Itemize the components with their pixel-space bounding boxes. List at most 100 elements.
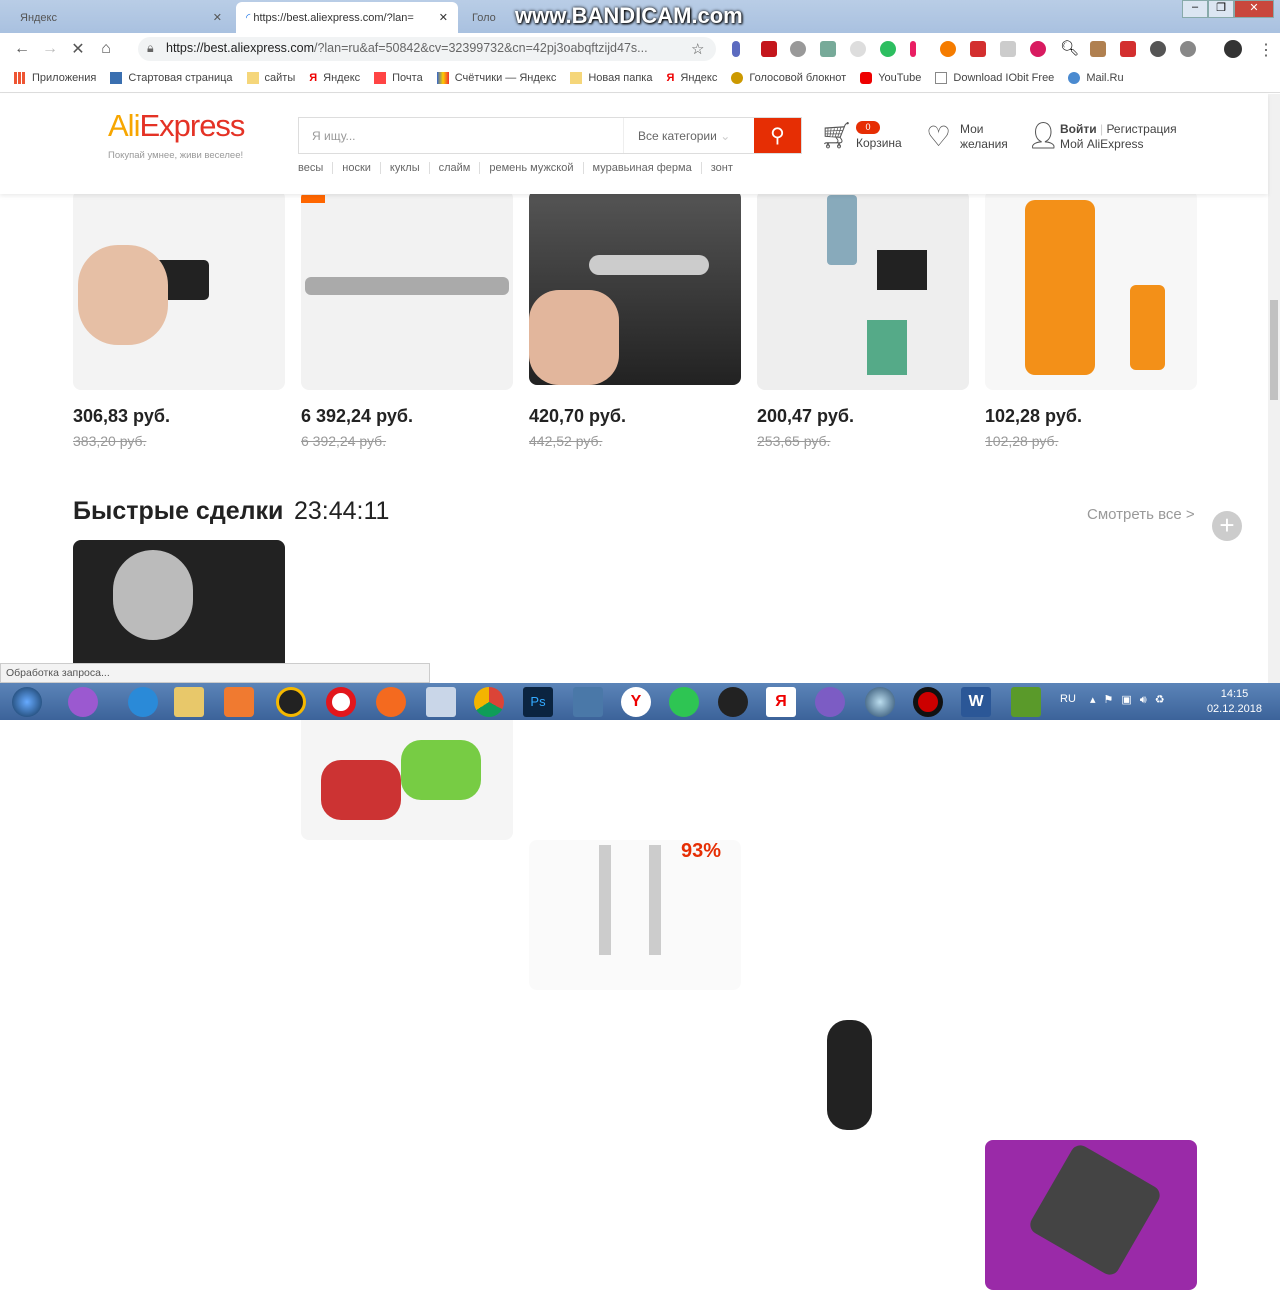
close-icon[interactable]: ✕ (213, 11, 222, 24)
photoshop-icon[interactable]: Ps (523, 687, 553, 717)
bookmark[interactable]: Голосовой блокнот (731, 72, 846, 84)
bookmark[interactable]: Новая папка (570, 72, 652, 84)
scrollbar-thumb[interactable] (1270, 300, 1278, 400)
close-window-button[interactable]: ✕ (1234, 0, 1274, 18)
firefox-icon[interactable] (376, 687, 406, 717)
yandex-icon[interactable]: Я (766, 687, 796, 717)
extension-icon[interactable] (1030, 41, 1046, 57)
menu-icon[interactable]: ⋮ (1258, 40, 1274, 60)
tab-yandex[interactable]: Яндекс ✕ (10, 2, 232, 33)
extension-icon[interactable] (1090, 41, 1106, 57)
star-icon[interactable]: ☆ (691, 40, 704, 58)
see-all-link[interactable]: Смотреть все > (1087, 506, 1195, 523)
wishlist-link[interactable]: Мои желания (960, 122, 1008, 152)
extension-icon[interactable] (1000, 41, 1016, 57)
profile-avatar[interactable] (1224, 40, 1242, 58)
hot-link[interactable]: ремень мужской (479, 162, 582, 174)
product-card[interactable]: 102,28 руб. 102,28 руб. (985, 190, 1197, 449)
home-icon[interactable]: ⌂ (92, 40, 120, 58)
user-icon[interactable]: 👤︎ (1027, 120, 1060, 151)
tab-title: Голо (472, 11, 496, 24)
cart-icon[interactable]: 🛒︎ (820, 120, 853, 151)
extension-icon[interactable] (1180, 41, 1196, 57)
my-aliexpress-link[interactable]: Мой AliExpress (1060, 137, 1177, 152)
globe-icon[interactable] (865, 687, 895, 717)
extension-icon[interactable] (970, 41, 986, 57)
language-indicator[interactable]: RU (1060, 693, 1076, 705)
login-link[interactable]: Войти (1060, 122, 1097, 136)
clock[interactable]: 14:15 02.12.2018 (1207, 687, 1262, 717)
start-button[interactable] (12, 687, 42, 717)
explorer-icon[interactable] (174, 687, 204, 717)
product-card[interactable]: 306,83 руб. 383,20 руб. (73, 190, 285, 449)
product-card[interactable]: 6 392,24 руб. 6 392,24 руб. (301, 190, 513, 449)
forward-icon[interactable]: → (36, 40, 64, 58)
maximize-button[interactable]: ❐ (1208, 0, 1234, 18)
plus-icon[interactable]: + (1212, 511, 1242, 541)
hot-link[interactable]: куклы (379, 162, 429, 174)
microphone-icon[interactable] (732, 41, 740, 57)
search-button[interactable]: ⚲ (754, 118, 801, 153)
media-player-icon[interactable] (224, 687, 254, 717)
extension-icon[interactable] (761, 41, 777, 57)
extension-icon[interactable] (940, 41, 956, 57)
close-icon[interactable]: ✕ (439, 11, 448, 24)
extension-icon[interactable] (1150, 41, 1166, 57)
stop-icon[interactable]: ✕ (64, 39, 92, 59)
bookmark[interactable]: сайты (246, 72, 295, 84)
bookmark[interactable]: Почта (374, 72, 423, 84)
deal-card[interactable] (757, 990, 969, 1140)
app-icon[interactable] (573, 687, 603, 717)
heart-icon[interactable]: ♡ (926, 120, 951, 153)
opera-icon[interactable] (326, 687, 356, 717)
product-card[interactable]: 420,70 руб. 442,52 руб. (529, 190, 741, 449)
bandicam-icon[interactable] (913, 687, 943, 717)
extension-icon[interactable] (790, 41, 806, 57)
tab-aliexpress[interactable]: ◜ https://best.aliexpress.com/?lan= ✕ (236, 2, 458, 33)
extension-icon[interactable] (1120, 41, 1136, 57)
bookmark[interactable]: Счётчики — Яндекс (436, 72, 556, 84)
hot-link[interactable]: слайм (428, 162, 480, 174)
search-icon[interactable]: 🔍︎ (1060, 39, 1079, 57)
hot-link[interactable]: весы (298, 162, 332, 174)
yandex-browser-icon[interactable]: Y (621, 687, 651, 717)
extension-icon[interactable] (820, 41, 836, 57)
bookmark[interactable]: Я Яндекс (309, 72, 360, 84)
back-icon[interactable]: ← (8, 40, 36, 58)
app-icon[interactable] (426, 687, 456, 717)
evernote-icon[interactable] (880, 41, 896, 57)
nox-icon[interactable] (718, 687, 748, 717)
category-select[interactable]: Все категории ⌄ (624, 118, 754, 153)
bookmark[interactable]: Стартовая страница (110, 72, 233, 84)
cart-link[interactable]: Корзина (856, 136, 902, 151)
ie-icon[interactable] (128, 687, 158, 717)
extension-icon[interactable] (910, 41, 916, 57)
bookmark[interactable]: Я Яндекс (666, 72, 717, 84)
bookmark-label: Почта (392, 72, 423, 84)
bookmark-apps[interactable]: Приложения (14, 72, 96, 84)
bookmark[interactable]: YouTube (860, 72, 921, 84)
deal-card[interactable] (985, 1140, 1197, 1290)
aimp-icon[interactable] (276, 687, 306, 717)
word-icon[interactable]: W (961, 687, 991, 717)
hot-link[interactable]: муравьиная ферма (582, 162, 701, 174)
register-link[interactable]: Регистрация (1106, 122, 1176, 136)
search-input[interactable]: Я ищу... (299, 118, 624, 153)
microphone-app-icon[interactable] (68, 687, 98, 717)
hot-link[interactable]: носки (332, 162, 380, 174)
deal-card[interactable]: 93% (529, 840, 741, 990)
hot-link[interactable]: зонт (700, 162, 742, 174)
chrome-icon[interactable] (474, 687, 504, 717)
logo[interactable]: AliExpress (108, 108, 245, 144)
tab-notepad[interactable]: Голо (462, 2, 522, 33)
minimize-button[interactable]: – (1182, 0, 1208, 18)
whatsapp-icon[interactable] (669, 687, 699, 717)
tray-icons[interactable]: ▴⚑▣🔊︎♻ (1090, 693, 1173, 707)
extension-icon[interactable] (850, 41, 866, 57)
app-icon[interactable] (815, 687, 845, 717)
bookmark[interactable]: Mail.Ru (1068, 72, 1124, 84)
address-bar[interactable]: 🔒︎ https://best.aliexpress.com/?lan=ru&af… (138, 37, 716, 61)
product-card[interactable]: 200,47 руб. 253,65 руб. (757, 190, 969, 449)
bookmark[interactable]: Download IObit Free (935, 72, 1054, 84)
camtasia-icon[interactable] (1011, 687, 1041, 717)
